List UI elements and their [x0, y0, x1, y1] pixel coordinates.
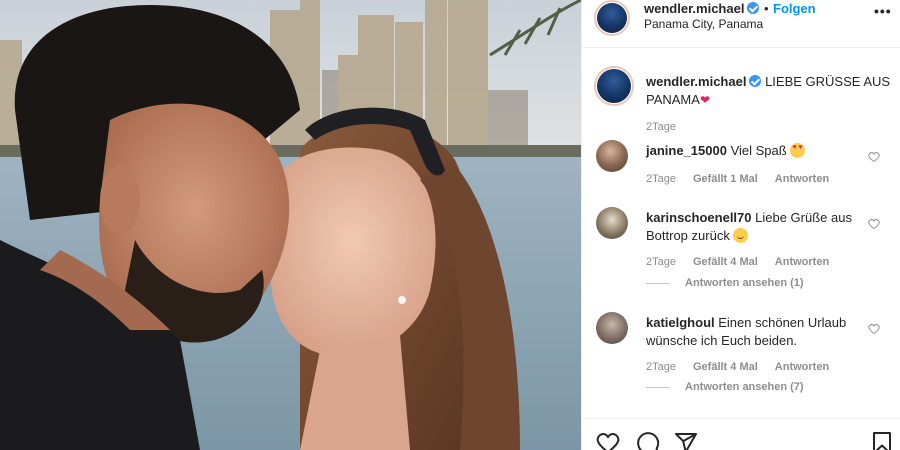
comment-text: janine_15000 Viel Spaß [646, 142, 861, 160]
comment-meta: 2Tage Gefällt 4 Mal Antworten [646, 361, 846, 373]
post-sidebar: wendler.michael • Folgen Panama City, Pa… [581, 0, 900, 450]
comment-time[interactable]: 2Tage [646, 256, 676, 268]
post-header: wendler.michael • Folgen Panama City, Pa… [582, 0, 900, 48]
comment-likes[interactable]: Gefällt 4 Mal [693, 361, 758, 373]
heart-icon[interactable] [596, 431, 620, 450]
commenter-username[interactable]: katielghoul [646, 315, 715, 330]
post-photo[interactable] [0, 0, 581, 450]
commenter-avatar[interactable] [596, 140, 628, 172]
separator-dot: • [764, 1, 769, 16]
reply-button[interactable]: Antworten [775, 173, 829, 185]
commenter-avatar[interactable] [596, 312, 628, 344]
heart-eyes-emoji [790, 143, 806, 158]
commenter-username[interactable]: karinschoenell70 [646, 210, 752, 225]
view-replies-button[interactable]: Antworten ansehen (1) [646, 277, 804, 289]
author-username[interactable]: wendler.michael [644, 1, 760, 16]
comment-likes[interactable]: Gefällt 4 Mal [693, 256, 758, 268]
caption-username[interactable]: wendler.michael [646, 74, 746, 89]
share-icon[interactable] [674, 431, 698, 450]
comment-time[interactable]: 2Tage [646, 173, 676, 185]
verified-badge-icon [749, 75, 762, 87]
smile-emoji [733, 228, 749, 243]
verified-badge-icon [747, 2, 760, 14]
red-heart-emoji: ❤ [699, 93, 710, 107]
comment-body: Viel Spaß [730, 143, 787, 158]
reply-button[interactable]: Antworten [775, 256, 829, 268]
comment-text: katielghoul Einen schönen Urlaub wünsche… [646, 314, 861, 350]
comment-likes[interactable]: Gefällt 1 Mal [693, 173, 758, 185]
like-heart-icon[interactable] [868, 151, 880, 163]
comment-icon[interactable] [636, 431, 660, 450]
like-heart-icon[interactable] [868, 218, 880, 230]
comment-meta: 2Tage Gefällt 4 Mal Antworten [646, 256, 846, 268]
author-username-text[interactable]: wendler.michael [644, 1, 744, 16]
view-replies-button[interactable]: Antworten ansehen (7) [646, 381, 804, 393]
commenter-username[interactable]: janine_15000 [646, 143, 727, 158]
commenter-avatar[interactable] [596, 207, 628, 239]
post-action-bar [582, 418, 900, 450]
comment-text: karinschoenell70 Liebe Grüße aus Bottrop… [646, 209, 861, 245]
caption-avatar[interactable] [594, 66, 634, 106]
photo-scene [0, 0, 581, 450]
post-location[interactable]: Panama City, Panama [644, 17, 763, 31]
more-options-button[interactable]: ••• [874, 3, 892, 19]
bookmark-icon[interactable] [870, 431, 894, 450]
like-heart-icon[interactable] [868, 323, 880, 335]
comment-meta: 2Tage Gefällt 1 Mal Antworten [646, 173, 846, 185]
comment-time[interactable]: 2Tage [646, 361, 676, 373]
follow-button[interactable]: Folgen [773, 1, 816, 16]
reply-button[interactable]: Antworten [775, 361, 829, 373]
caption-time[interactable]: 2Tage [646, 121, 676, 133]
post-caption: wendler.michael LIEBE GRÜSSE AUS PANAMA❤ [646, 73, 891, 109]
author-avatar[interactable] [594, 0, 630, 36]
